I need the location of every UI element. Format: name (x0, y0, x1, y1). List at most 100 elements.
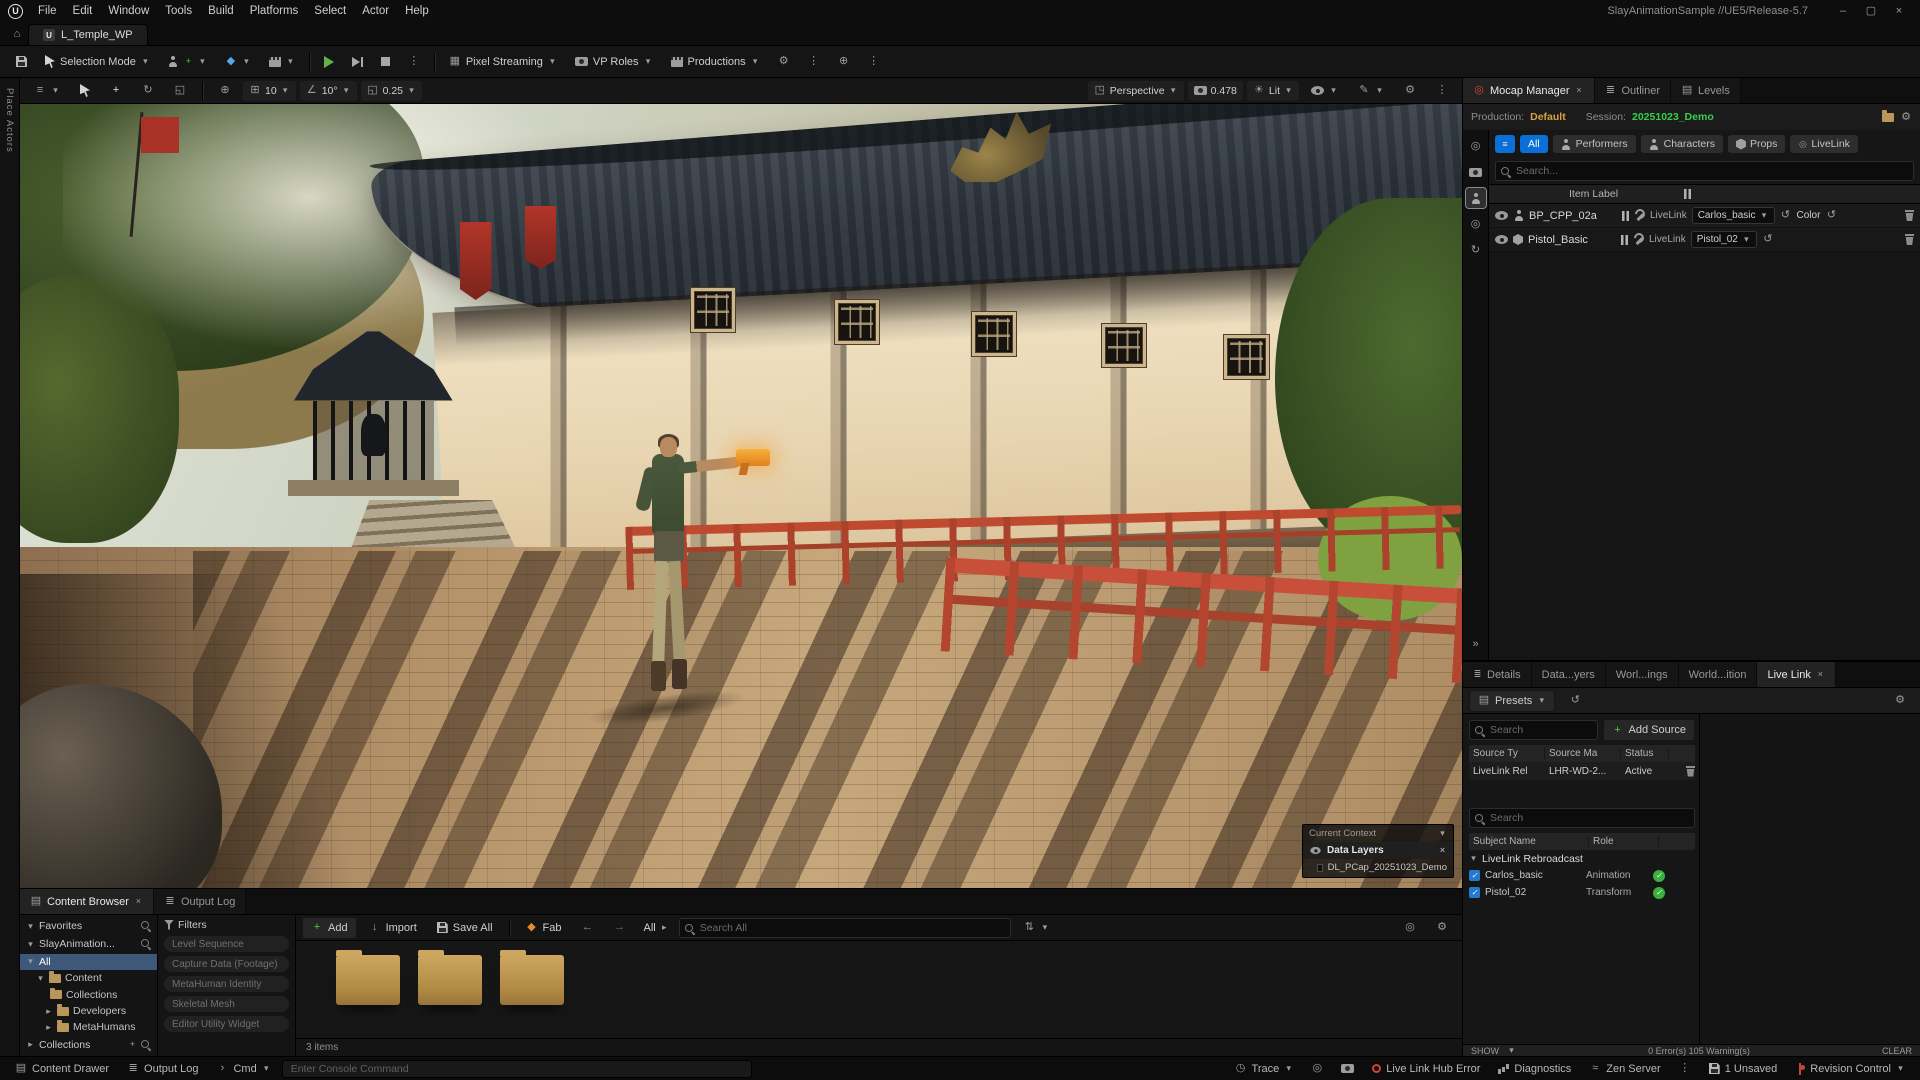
menu-window[interactable]: Window (101, 3, 156, 19)
pause-icon[interactable] (1684, 189, 1691, 199)
subject-dropdown[interactable]: Pistol_02 ▾ (1691, 231, 1757, 248)
source-row[interactable]: LiveLink Rel LHR-WD-2... Active (1469, 762, 1695, 780)
skeleton-icon[interactable] (1633, 234, 1644, 245)
minimize-button[interactable]: – (1830, 5, 1856, 17)
color-button[interactable]: Color (1797, 210, 1821, 221)
breadcrumb[interactable]: All ▸ (637, 922, 674, 934)
fab-button[interactable]: ◆ Fab (518, 917, 570, 939)
back-button[interactable]: ← (573, 917, 601, 939)
col-source-type[interactable]: Source Ty (1469, 748, 1545, 759)
filter-metahuman-identity[interactable]: MetaHuman Identity (164, 976, 289, 992)
filter-performers[interactable]: Performers (1553, 135, 1636, 153)
col-subject-name[interactable]: Subject Name (1469, 836, 1589, 847)
menu-select[interactable]: Select (307, 3, 353, 19)
camera-mode-button[interactable] (1466, 162, 1486, 182)
tree-item-metahumans[interactable]: ▸ MetaHumans (20, 1019, 157, 1035)
delete-icon[interactable] (1905, 234, 1914, 245)
trace-dropdown[interactable]: ◷ Trace ▾ (1228, 1059, 1301, 1079)
subject-row-pistol[interactable]: Pistol_02 Transform (1469, 884, 1695, 901)
record-mode-button[interactable]: ◎ (1466, 214, 1486, 234)
menu-actor[interactable]: Actor (355, 3, 396, 19)
subject-checkbox[interactable] (1469, 887, 1480, 898)
subject-search-input[interactable] (1470, 812, 1694, 824)
close-button[interactable]: × (1886, 5, 1912, 17)
viewport-overflow-button[interactable]: ⋮ (1428, 80, 1456, 102)
world-local-toggle[interactable]: ⊕ (211, 80, 239, 102)
layer-checkbox[interactable] (1317, 864, 1323, 872)
search-icon[interactable] (141, 1040, 151, 1050)
asset-search-input[interactable] (680, 922, 1011, 934)
session-folder-icon[interactable] (1882, 113, 1894, 122)
tab-mocap-manager[interactable]: ◎ Mocap Manager × (1463, 78, 1595, 103)
play-button[interactable] (316, 51, 342, 73)
gear-icon[interactable]: ⚙ (1900, 112, 1912, 123)
console-command-input[interactable] (283, 1063, 751, 1075)
add-collection-icon[interactable]: + (128, 1040, 137, 1049)
tab-level[interactable]: U L_Temple_WP (28, 24, 148, 45)
tree-item-all[interactable]: ▾ All (20, 954, 157, 970)
session-value[interactable]: 20251023_Demo (1632, 111, 1714, 123)
forward-button[interactable]: → (605, 917, 633, 939)
col-role[interactable]: Role (1589, 836, 1659, 847)
asset-folder[interactable] (336, 955, 400, 1005)
project-root-row[interactable]: ▾ SlayAnimation... (20, 935, 157, 953)
mocap-row-pistol[interactable]: Pistol_Basic LiveLink Pistol_02 ▾ ↺ (1489, 228, 1920, 252)
clear-button[interactable]: CLEAR (1882, 1046, 1912, 1056)
tab-details[interactable]: ≣Details (1463, 662, 1532, 687)
unreal-logo-icon[interactable]: U (8, 4, 23, 19)
filter-props[interactable]: Props (1728, 135, 1785, 153)
live-link-hub-error-button[interactable]: Live Link Hub Error (1365, 1059, 1487, 1079)
production-value[interactable]: Default (1530, 111, 1566, 123)
asset-folder[interactable] (500, 955, 564, 1005)
pause-icon[interactable] (1621, 235, 1628, 245)
reset-icon[interactable]: ↺ (1762, 234, 1774, 245)
performer-mode-button[interactable] (1466, 188, 1486, 208)
menu-platforms[interactable]: Platforms (243, 3, 306, 19)
tab-levels[interactable]: ▤ Levels (1671, 78, 1741, 103)
current-context-header[interactable]: Current Context ▾ (1303, 825, 1453, 842)
home-button[interactable]: ⌂ (6, 24, 28, 44)
pixel-streaming-dropdown[interactable]: ▦ Pixel Streaming ▾ (441, 51, 565, 73)
viewport-scene[interactable]: Current Context ▾ Data Layers × (20, 104, 1462, 888)
productions-dropdown[interactable]: Productions ▾ (663, 51, 768, 73)
lock-button[interactable]: ◎ (1396, 917, 1424, 939)
add-source-button[interactable]: + Add Source (1603, 719, 1695, 741)
data-layer-item[interactable]: DL_PCap_20251023_Demo (1303, 859, 1453, 877)
blueprints-dropdown[interactable]: ◆▾ (217, 51, 259, 73)
save-all-button[interactable]: Save All (429, 917, 501, 939)
view-mode-dropdown[interactable]: ☀ Lit ▾ (1247, 81, 1299, 101)
platforms-globe-button[interactable]: ⊕ (830, 51, 858, 73)
broadcast-icon[interactable]: ◎ (1466, 136, 1486, 156)
replay-mode-button[interactable]: ↻ (1466, 240, 1486, 260)
close-icon[interactable]: × (134, 897, 143, 906)
col-source-machine[interactable]: Source Ma (1545, 748, 1621, 759)
vp-roles-dropdown[interactable]: VP Roles ▾ (567, 51, 661, 73)
import-button[interactable]: ↓ Import (361, 917, 425, 939)
reset-icon[interactable]: ↺ (1780, 210, 1792, 221)
tree-item-collections[interactable]: Collections (20, 986, 157, 1002)
tree-item-developers[interactable]: ▸ Developers (20, 1003, 157, 1019)
camera-speed-control[interactable]: 0.478 (1188, 81, 1243, 101)
selection-mode-dropdown[interactable]: Selection Mode ▾ (37, 51, 158, 73)
play-options-button[interactable]: ⋮ (400, 51, 428, 73)
source-search-input[interactable] (1470, 724, 1597, 736)
preview-dropdown[interactable]: ✎▾ (1350, 80, 1392, 102)
diagnostics-button[interactable]: Diagnostics (1491, 1059, 1578, 1079)
add-actor-button[interactable]: +▾ (160, 51, 215, 73)
live-link-settings-button[interactable]: ⚙ (1886, 690, 1914, 712)
menu-build[interactable]: Build (201, 3, 241, 19)
add-button[interactable]: + Add (302, 917, 357, 939)
list-view-button[interactable]: ≡ (1495, 135, 1515, 153)
perspective-dropdown[interactable]: ◳ Perspective ▾ (1088, 81, 1184, 101)
stop-button[interactable] (373, 51, 398, 73)
menu-tools[interactable]: Tools (158, 3, 199, 19)
source-search[interactable] (1469, 720, 1598, 740)
move-tool-button[interactable]: + (102, 80, 130, 102)
filter-livelink[interactable]: ◎LiveLink (1790, 135, 1858, 153)
insights-button[interactable]: ◎ (1304, 1059, 1330, 1079)
delete-icon[interactable] (1905, 210, 1914, 221)
menu-file[interactable]: File (31, 3, 64, 19)
search-icon[interactable] (141, 939, 151, 949)
col-status[interactable]: Status (1621, 748, 1669, 759)
filter-capture-data[interactable]: Capture Data (Footage) (164, 956, 289, 972)
